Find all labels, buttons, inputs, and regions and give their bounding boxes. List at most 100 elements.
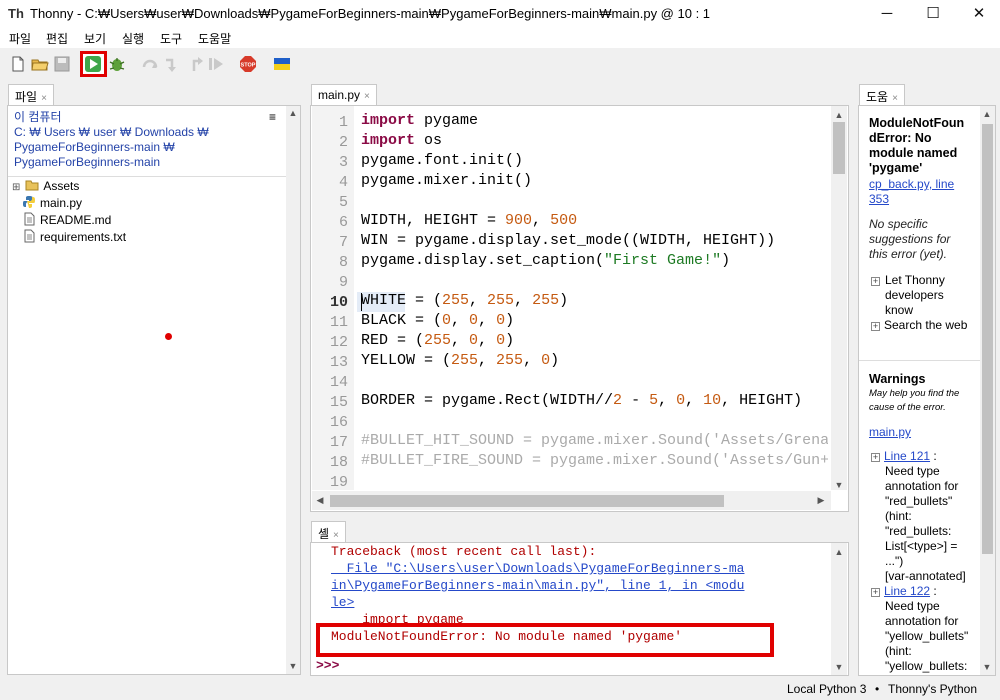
code-line[interactable]: import pygame [361, 112, 478, 129]
warning-line: "yellow_bullets" [885, 629, 969, 643]
resume-icon[interactable] [207, 55, 225, 73]
code-line[interactable]: YELLOW = (255, 255, 0) [361, 352, 559, 369]
maximize-button[interactable]: ☐ [910, 0, 956, 28]
expand-icon[interactable]: + [871, 277, 880, 286]
editor-horizontal-thumb[interactable] [330, 495, 724, 507]
close-tab-shell-icon[interactable]: × [333, 530, 339, 541]
location-link-line[interactable]: cp_back.py, line [869, 177, 954, 192]
menu-run[interactable]: 실행 [122, 30, 144, 47]
line-number: 18 [329, 454, 348, 471]
warning-item-2: + Line 122 : Need type annotation for "ye… [871, 584, 991, 674]
tab-shell[interactable]: 셸 × [311, 521, 346, 543]
code-line[interactable]: import os [361, 132, 442, 149]
let-thonny-line: Let Thonny [885, 273, 945, 287]
code-line[interactable]: WIN = pygame.display.set_mode((WIDTH, HE… [361, 232, 775, 249]
minimize-button[interactable]: ─ [864, 0, 910, 28]
editor-vertical-thumb[interactable] [833, 122, 845, 174]
menu-tools[interactable]: 도구 [160, 30, 182, 47]
tab-assistant[interactable]: 도움 × [859, 84, 905, 106]
scroll-down-icon[interactable]: ▼ [980, 662, 994, 672]
step-into-icon[interactable] [163, 55, 181, 73]
code-line[interactable]: RED = (255, 0, 0) [361, 332, 514, 349]
scroll-up-icon[interactable]: ▲ [980, 109, 994, 119]
status-python-label[interactable]: Thonny's Python [888, 682, 977, 696]
expand-icon[interactable]: + [871, 322, 880, 331]
code-line[interactable]: WIDTH, HEIGHT = 900, 500 [361, 212, 577, 229]
scroll-right-icon[interactable]: ▶ [814, 495, 828, 506]
warning-line-link[interactable]: Line 121 [884, 449, 930, 463]
error-location-link[interactable]: cp_back.py, line 353 [869, 177, 954, 207]
shell-prompt[interactable]: >>> [316, 658, 339, 673]
expand-icon[interactable]: + [871, 588, 880, 597]
files-scrollbar[interactable] [286, 106, 300, 674]
expand-icon[interactable]: + [871, 453, 880, 462]
location-link-line[interactable]: 353 [869, 192, 954, 207]
open-file-icon[interactable] [31, 55, 49, 73]
code-line[interactable]: WHITE = (255, 255, 255) [361, 292, 568, 309]
scroll-down-icon[interactable]: ▼ [832, 662, 846, 672]
path-segment[interactable]: PygameForBeginners-main [14, 155, 274, 170]
close-tab-files-icon[interactable]: × [41, 93, 47, 104]
traceback-file-link[interactable]: in\PygameForBeginners-main\main.py", lin… [331, 578, 744, 593]
tree-item-assets[interactable]: ⊞ Assets [12, 178, 79, 195]
code-line[interactable]: pygame.font.init() [361, 152, 523, 169]
scroll-left-icon[interactable]: ◀ [313, 495, 327, 506]
shell-scrollbar[interactable] [831, 543, 847, 675]
error-title-line: module named [869, 146, 958, 160]
path-segment[interactable]: PygameForBeginners-main ₩ [14, 140, 274, 155]
menu-file[interactable]: 파일 [9, 30, 31, 47]
code-line[interactable]: BLACK = (0, 0, 0) [361, 312, 514, 329]
tree-item-main-py[interactable]: main.py [22, 195, 82, 212]
warnings-file-link[interactable]: main.py [869, 425, 911, 439]
scroll-down-icon[interactable]: ▼ [832, 480, 846, 490]
code-line[interactable]: #BULLET_FIRE_SOUND = pygame.mixer.Sound(… [361, 452, 828, 469]
expand-icon[interactable]: ⊞ [12, 182, 22, 193]
code-token: , [514, 292, 533, 309]
run-icon[interactable] [84, 55, 102, 73]
let-thonny-know-item[interactable]: + Let Thonny developers know [871, 273, 945, 317]
stop-icon[interactable]: STOP [239, 55, 257, 73]
tab-files[interactable]: 파일 × [8, 84, 54, 106]
scroll-up-icon[interactable]: ▲ [286, 108, 300, 118]
status-bar: Local Python 3 • Thonny's Python [0, 679, 1000, 700]
ukraine-flag-icon[interactable] [273, 55, 291, 73]
debug-icon[interactable] [108, 55, 126, 73]
menu-edit[interactable]: 편집 [46, 30, 68, 47]
tree-item-requirements[interactable]: requirements.txt [22, 229, 126, 246]
traceback-file-link[interactable]: File "C:\Users\user\Downloads\PygameForB… [331, 561, 745, 576]
code-line[interactable]: #BULLET_HIT_SOUND = pygame.mixer.Sound('… [361, 432, 828, 449]
scroll-up-icon[interactable]: ▲ [832, 547, 846, 557]
tree-item-label: Assets [43, 179, 80, 193]
step-over-icon[interactable] [141, 55, 159, 73]
close-tab-editor-icon[interactable]: × [364, 91, 370, 102]
code-line[interactable]: pygame.mixer.init() [361, 172, 532, 189]
tab-main-py[interactable]: main.py × [311, 84, 377, 106]
step-out-icon[interactable] [185, 55, 203, 73]
scroll-up-icon[interactable]: ▲ [832, 110, 846, 120]
interpreter-selector[interactable]: Local Python 3 [787, 682, 866, 696]
new-file-icon[interactable] [9, 55, 27, 73]
menu-view[interactable]: 보기 [84, 30, 106, 47]
traceback-file-link[interactable]: le> [331, 595, 354, 610]
code-line[interactable]: BORDER = pygame.Rect(WIDTH//2 - 5, 0, 10… [361, 392, 802, 409]
warning-line-link[interactable]: Line 122 [884, 584, 930, 598]
close-tab-assistant-icon[interactable]: × [892, 93, 898, 104]
line-number: 13 [329, 354, 348, 371]
line-number: 4 [338, 174, 348, 191]
close-window-button[interactable]: ✕ [956, 0, 1000, 28]
assistant-scroll-thumb[interactable] [982, 124, 993, 554]
code-token: 0 [469, 332, 479, 349]
code-area[interactable]: import pygame import os pygame.font.init()… [356, 106, 828, 490]
code-token: 900 [505, 212, 533, 229]
scroll-down-icon[interactable]: ▼ [286, 661, 300, 671]
tree-item-readme[interactable]: README.md [22, 212, 111, 229]
menu-help[interactable]: 도움말 [198, 30, 231, 47]
code-line[interactable]: pygame.display.set_caption("First Game!"… [361, 252, 730, 269]
code-token: BORDER = pygame.Rect(WIDTH// [361, 392, 614, 409]
search-web-item[interactable]: + Search the web [871, 318, 967, 332]
code-token: , [451, 312, 470, 329]
save-icon[interactable] [53, 55, 71, 73]
let-thonny-text: Let Thonny developers know [885, 273, 985, 318]
path-segment[interactable]: C: ₩ Users ₩ user ₩ Downloads ₩ [14, 125, 274, 140]
path-this-pc[interactable]: 이 컴퓨터 [14, 110, 274, 125]
